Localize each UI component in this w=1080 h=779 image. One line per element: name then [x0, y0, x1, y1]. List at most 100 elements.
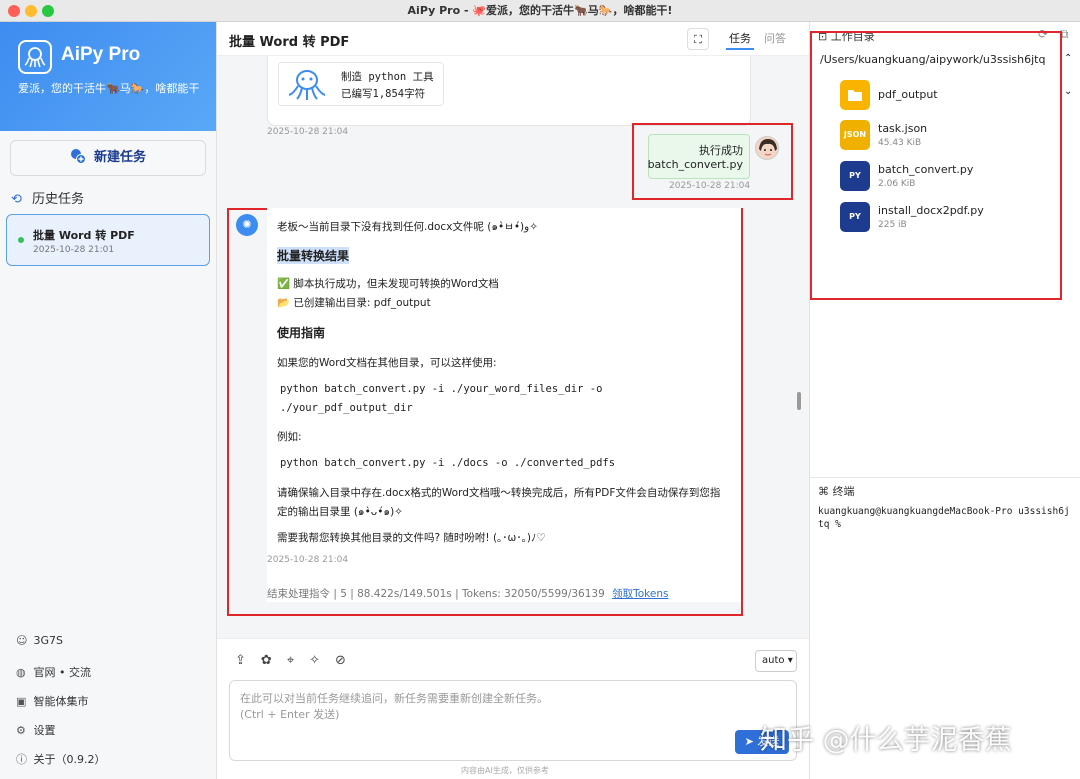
reply-stats: 结束处理指令 | 5 | 88.422s/149.501s | Tokens: …	[267, 586, 668, 601]
user-label: 3G7S	[33, 634, 64, 647]
task-title: 批量 Word 转 PDF	[33, 229, 135, 242]
tool-line1: 制造 python 工具	[341, 71, 434, 83]
tab-qa[interactable]: 问答	[761, 28, 789, 50]
about-item[interactable]: ⓘ 关于（0.9.2）	[16, 751, 106, 767]
octopus-logo-icon	[18, 40, 52, 74]
globe-icon: ◍	[16, 666, 26, 679]
message-list: 制造 python 工具 已编写1,854字符 2025-10-28 21:04…	[217, 56, 809, 656]
brand-title: AiPy Pro	[61, 44, 141, 65]
user-icon: ☺	[16, 634, 28, 647]
code-line1: python batch_convert.py -i ./your_word_f…	[280, 383, 603, 395]
chevron-down-icon[interactable]: ⌄	[1064, 86, 1072, 97]
user-message-bubble: 执行成功 batch_convert.py	[648, 134, 750, 179]
terminal-header: ⌘ 终端	[818, 483, 855, 499]
python-file-icon: PY	[840, 202, 870, 232]
history-header: ⟲ 历史任务	[11, 188, 84, 207]
reply-note1: 请确保输入目录中存在.docx格式的Word文档哦～转换完成后，所有PDF文件会…	[277, 487, 721, 499]
reply-time: 2025-10-28 21:04	[267, 555, 349, 565]
new-task-icon	[70, 144, 86, 164]
user-msg-time: 2025-10-28 21:04	[669, 181, 751, 191]
chat-title: 批量 Word 转 PDF	[229, 35, 350, 50]
expand-icon[interactable]: ⛶	[687, 28, 709, 50]
workspace-path: /Users/kuangkuang/aipywork/u3ssish6jtq	[820, 53, 1046, 66]
message-input[interactable]: 在此可以对当前任务继续追问，新任务需要重新创建全新任务。 (Ctrl + Ent…	[229, 680, 797, 761]
tool-icon[interactable]: ✧	[309, 653, 335, 668]
store-icon: ▣	[16, 695, 27, 708]
reply-guide: 如果您的Word文档在其他目录，可以这样使用:	[277, 357, 497, 369]
code-icon[interactable]: ⊘	[335, 653, 361, 668]
user-account-item[interactable]: ☺ 3G7S	[16, 634, 63, 647]
py-badge: PY	[849, 171, 861, 180]
reply-example-label: 例如:	[277, 431, 302, 443]
reply-question: 需要我帮您转换其他目录的文件吗? 随时吩咐! (｡･ω･｡)ﾉ♡	[277, 532, 546, 544]
agent-market-item[interactable]: ▣ 智能体集市	[16, 693, 89, 709]
json-file-icon: JSON	[840, 120, 870, 150]
ai-disclaimer: 内容由AI生成，仅供参考	[461, 766, 549, 775]
website-link[interactable]: ◍ 官网 • 交流	[16, 664, 91, 680]
tab-task[interactable]: 任务	[726, 28, 754, 50]
window-title: AiPy Pro - 🐙爱派，您的干活牛🐂马🐎，啥都能干!	[407, 4, 673, 17]
reply-result1: ✅ 脚本执行成功，但未发现可转换的Word文档	[277, 278, 499, 290]
zoom-window-button[interactable]	[42, 5, 54, 17]
history-label: 历史任务	[32, 192, 85, 207]
terminal-line1: kuangkuang@kuangkuangdeMacBook-Pro u3ssi…	[818, 506, 1070, 517]
history-icon: ⟲	[11, 192, 22, 207]
terminal-title: 终端	[832, 485, 855, 498]
reply-intro: 老板～当前目录下没有找到任何.docx文件呢 (๑•̀ㅂ•́)و✧	[277, 221, 539, 233]
python-file-icon: PY	[840, 161, 870, 191]
send-icon: ➤	[744, 735, 754, 748]
info-icon: ⓘ	[16, 753, 27, 766]
window-titlebar: AiPy Pro - 🐙爱派，您的干活牛🐂马🐎，啥都能干!	[0, 0, 1080, 22]
code-line2: ./your_pdf_output_dir	[280, 402, 413, 414]
code-line3: python batch_convert.py -i ./docs -o ./c…	[280, 457, 616, 469]
scrollbar[interactable]	[797, 392, 801, 410]
message-time: 2025-10-28 21:04	[267, 127, 349, 137]
user-avatar	[755, 136, 779, 160]
chat-header: 批量 Word 转 PDF ⛶ 任务 问答	[217, 22, 809, 56]
file-size: 2.06 KiB	[878, 179, 916, 189]
new-task-button[interactable]: 新建任务	[10, 140, 206, 176]
tool-badge: 制造 python 工具 已编写1,854字符	[278, 62, 444, 106]
file-size: 225 iB	[878, 220, 907, 230]
file-name: batch_convert.py	[878, 163, 974, 176]
tool-line2: 已编写1,854字符	[341, 88, 426, 100]
tool-message-card: 制造 python 工具 已编写1,854字符	[267, 56, 751, 126]
file-name: install_docx2pdf.py	[878, 204, 984, 217]
brain-icon[interactable]: ✿	[261, 653, 287, 668]
upload-icon[interactable]: ⇪	[235, 653, 261, 668]
minimize-window-button[interactable]	[25, 5, 37, 17]
task-time: 2025-10-28 21:01	[33, 245, 115, 255]
input-toolbar: ⇪✿⌖✧⊘	[235, 653, 361, 668]
brand-subtitle: 爱派，您的干活牛🐂马🐎，啥都能干	[18, 82, 200, 95]
input-placeholder-line2: (Ctrl + Enter 发送)	[240, 708, 340, 721]
brand-header: AiPy Pro 爱派，您的干活牛🐂马🐎，啥都能干	[0, 22, 216, 131]
mode-value: auto	[762, 655, 785, 666]
user-msg-line2: batch_convert.py	[647, 158, 743, 171]
chevron-up-icon[interactable]: ⌃	[1064, 53, 1072, 64]
mode-select[interactable]: auto ▾	[755, 650, 797, 672]
json-badge: JSON	[843, 130, 867, 139]
workspace-panel: ⊡ 工作目录 ⟳ ⧉ /Users/kuangkuang/aipywork/u3…	[809, 22, 1080, 779]
market-label: 智能体集市	[33, 695, 89, 708]
stats-text: 结束处理指令 | 5 | 88.422s/149.501s | Tokens: …	[267, 588, 605, 600]
reply-heading-result: 批量转换结果	[277, 247, 350, 264]
history-task-item[interactable]: 批量 Word 转 PDF 2025-10-28 21:01	[6, 214, 210, 266]
website-label: 官网 • 交流	[33, 666, 91, 679]
folder-icon	[840, 80, 870, 110]
watermark: 知乎 @什么芋泥香蕉	[760, 725, 1012, 756]
terminal-line2: tq %	[818, 519, 841, 530]
location-icon[interactable]: ⌖	[287, 653, 309, 668]
octopus-icon	[287, 68, 327, 105]
about-label: 关于（0.9.2）	[33, 753, 106, 766]
reply-result2: 📂 已创建输出目录: pdf_output	[277, 297, 431, 309]
settings-item[interactable]: ⚙ 设置	[16, 722, 56, 738]
reply-note2: 定的输出目录里 (๑•̀ᴗ•́๑)✧	[277, 506, 403, 518]
status-dot	[18, 237, 24, 243]
input-area: ⇪✿⌖✧⊘ auto ▾ 在此可以对当前任务继续追问，新任务需要重新创建全新任务…	[217, 638, 809, 779]
close-window-button[interactable]	[8, 5, 20, 17]
get-tokens-link[interactable]: 领取Tokens	[612, 588, 668, 600]
settings-label: 设置	[33, 724, 56, 737]
reply-heading-guide: 使用指南	[277, 326, 326, 340]
sidebar: AiPy Pro 爱派，您的干活牛🐂马🐎，啥都能干 新建任务 ⟲ 历史任务 批量…	[0, 22, 217, 779]
gear-icon: ⚙	[16, 724, 26, 737]
